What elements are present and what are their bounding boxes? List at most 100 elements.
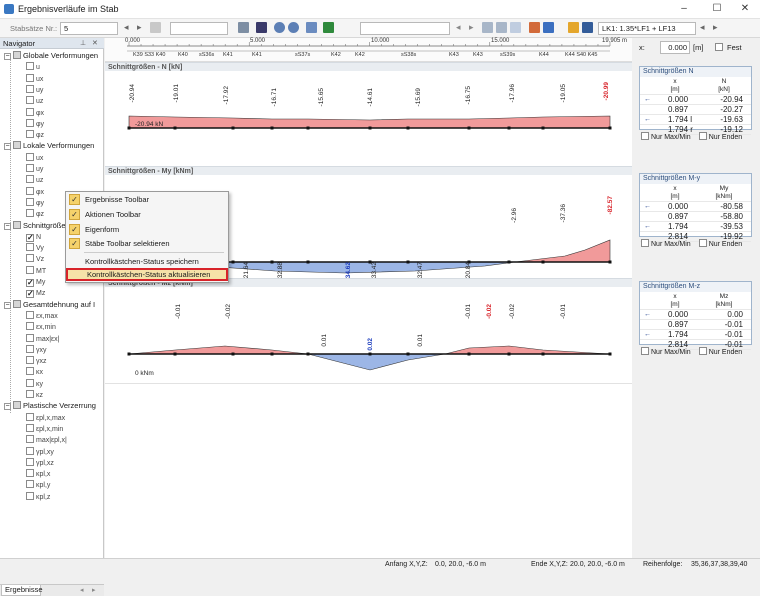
item-checkbox[interactable] [26,152,34,161]
item-checkbox[interactable] [26,118,34,127]
tree-item[interactable]: εx,max [26,310,58,321]
item-checkbox[interactable] [26,446,34,455]
deformation-icon[interactable] [510,22,521,33]
item-checkbox[interactable] [26,209,34,218]
table-row[interactable]: ← 1.794 l -19.63 [640,115,751,125]
zoom-in-icon[interactable] [274,22,285,33]
tree-item[interactable]: εpl,x,min [26,423,63,434]
item-checkbox[interactable] [26,480,34,489]
tree-item[interactable]: γpl,xy [26,446,54,457]
item-checkbox[interactable] [26,333,34,342]
nav-back-icon[interactable]: ◂ [124,22,135,33]
max-min-checkbox[interactable] [641,347,649,355]
collapse-icon[interactable]: − [4,53,11,60]
view-results-icon[interactable] [529,22,540,33]
context-menu-item[interactable]: Kontrollkästchen-Status aktualisieren [66,268,228,281]
ends-checkbox[interactable] [698,239,707,247]
tree-item[interactable]: κpl,z [26,491,50,502]
item-checkbox[interactable] [26,491,34,500]
tab-ergebnisse[interactable]: Ergebnisse [1,585,43,596]
item-checkbox[interactable] [26,62,34,71]
group-checkbox[interactable] [13,51,21,59]
item-checkbox[interactable] [26,356,34,365]
tree-item[interactable]: κpl,x [26,468,50,479]
collapse-icon[interactable]: − [4,403,11,411]
item-checkbox[interactable] [26,390,34,398]
tree-group[interactable]: − Plastische Verzerrung [4,400,96,411]
tree-group[interactable]: − Lokale Verformungen [4,140,94,151]
tree-item[interactable]: κz [26,389,43,400]
item-checkbox[interactable] [26,164,34,172]
item-checkbox[interactable] [26,423,34,432]
tree-item[interactable]: φy [26,197,44,208]
lk-prev-icon[interactable]: ◂ [700,22,711,33]
item-checkbox[interactable] [26,197,34,206]
group-checkbox[interactable] [13,299,21,308]
item-checkbox[interactable] [26,73,34,82]
member-next-icon[interactable]: ▸ [469,22,480,33]
item-checkbox[interactable] [26,322,34,331]
tree-item[interactable]: ✓ N [26,231,41,242]
ends-checkbox[interactable] [698,347,707,355]
tree-item[interactable]: uz [26,174,43,185]
result-type-select[interactable] [170,22,228,35]
item-checkbox[interactable] [26,243,34,252]
item-checkbox[interactable] [26,96,34,105]
item-checkbox[interactable] [26,457,34,466]
tree-item[interactable]: MT [26,265,46,276]
maximize-button[interactable]: ☐ [710,3,724,15]
group-checkbox[interactable] [13,141,21,150]
item-checkbox[interactable] [26,412,34,421]
tree-group[interactable]: − Schnittgrößen [4,220,70,231]
context-menu-item[interactable]: ✓ Ergebnisse Toolbar [66,193,228,207]
item-checkbox[interactable]: ✓ [26,279,34,287]
tree-group[interactable]: − Gesamtdehnung auf I [4,299,95,310]
member-display-icon[interactable] [496,22,507,33]
item-checkbox[interactable] [26,469,34,478]
tree-item[interactable]: Vy [26,242,44,253]
item-checkbox[interactable] [26,254,34,263]
load-case-filter-select[interactable] [360,22,450,35]
collapse-icon[interactable]: − [4,222,11,230]
context-menu-item[interactable]: ✓ Aktionen Toolbar [66,208,228,222]
item-checkbox[interactable] [26,310,34,319]
tree-group[interactable]: − Globale Verformungen [4,50,98,61]
item-checkbox[interactable] [26,435,34,444]
item-checkbox[interactable] [26,378,34,387]
item-checkbox[interactable]: ✓ [26,290,34,299]
item-checkbox[interactable]: ✓ [26,233,34,242]
tree-item[interactable]: κpl,y [26,479,50,490]
item-checkbox[interactable] [26,175,34,184]
context-menu-item[interactable]: ✓ Stäbe Toolbar selektieren [66,237,228,251]
save-icon[interactable] [256,22,267,33]
group-checkbox[interactable] [13,220,21,229]
minimize-button[interactable]: – [677,3,691,15]
table-row[interactable]: ← 0.000 -80.58 [640,202,751,212]
max-min-checkbox[interactable] [641,132,649,140]
item-checkbox[interactable] [26,186,34,195]
tree-item[interactable]: γxz [26,355,47,366]
lk-next-icon[interactable]: ▸ [713,22,724,33]
ends-checkbox[interactable] [698,132,707,140]
print-icon[interactable] [238,22,249,33]
tree-item[interactable]: max|εx| [26,333,59,344]
item-checkbox[interactable] [26,107,34,116]
tree-item[interactable]: ✓ My [26,276,45,287]
tree-item[interactable]: ux [26,152,43,163]
tree-item[interactable]: φy [26,118,44,129]
group-checkbox[interactable] [13,401,21,410]
table-row[interactable]: 0.897 -0.01 [640,320,751,330]
tree-item[interactable]: uy [26,163,43,174]
collapse-icon[interactable]: − [4,301,11,309]
tree-item[interactable]: γpl,xz [26,457,54,468]
table-icon[interactable] [306,22,317,33]
tree-item[interactable]: uy [26,84,43,95]
member-prev-icon[interactable]: ◂ [456,22,467,33]
max-min-checkbox[interactable] [641,239,649,247]
table-row[interactable]: ← 0.000 -20.94 [640,95,751,105]
tree-item[interactable]: max|εpl,x| [26,434,67,445]
tree-item[interactable]: ✓ Mz [26,287,45,299]
member-select-icon[interactable] [482,22,493,33]
table-row[interactable]: 0.897 -20.27 [640,105,751,115]
tree-item[interactable]: εpl,x,max [26,412,65,423]
